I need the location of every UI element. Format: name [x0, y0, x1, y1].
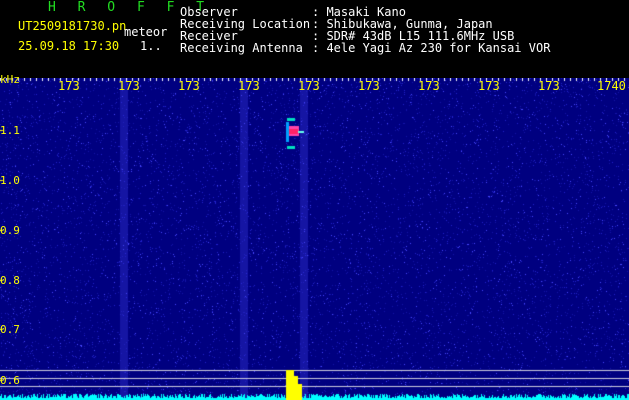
- y-tick-1.1: 1.1: [0, 124, 20, 137]
- antenna-label: Receiving Antenna: [180, 41, 303, 55]
- y-tick-0.9: 0.9: [0, 224, 20, 237]
- header-panel: H R O F F T UT2509181730.pn meteor 25.09…: [0, 0, 629, 78]
- datetime-label: 25.09.18 17:30: [18, 39, 120, 53]
- filename-label: UT2509181730.pn: [18, 19, 127, 33]
- y-unit-label: kHz: [0, 73, 20, 86]
- x-tick-1: 173: [58, 79, 80, 93]
- x-tick-10: 1740: [597, 79, 626, 93]
- x-tick-4: 173: [238, 79, 260, 93]
- antenna-value: : 4ele Yagi Az 230 for Kansai VOR: [312, 41, 551, 55]
- meteor-label: meteor: [124, 25, 168, 39]
- y-tick-0.8: 0.8: [0, 274, 20, 287]
- spectrogram-canvas: [0, 78, 629, 400]
- x-tick-5: 173: [298, 79, 320, 93]
- y-tick-1.0: 1.0: [0, 174, 20, 187]
- x-tick-3: 173: [178, 79, 200, 93]
- y-tick-0.6: 0.6: [0, 374, 20, 387]
- x-tick-6: 173: [358, 79, 380, 93]
- y-tick-0.7: 0.7: [0, 323, 20, 336]
- x-tick-8: 173: [478, 79, 500, 93]
- x-tick-2: 173: [118, 79, 140, 93]
- counter-label: 1..: [140, 39, 162, 53]
- x-tick-9: 173: [538, 79, 560, 93]
- x-tick-7: 173: [418, 79, 440, 93]
